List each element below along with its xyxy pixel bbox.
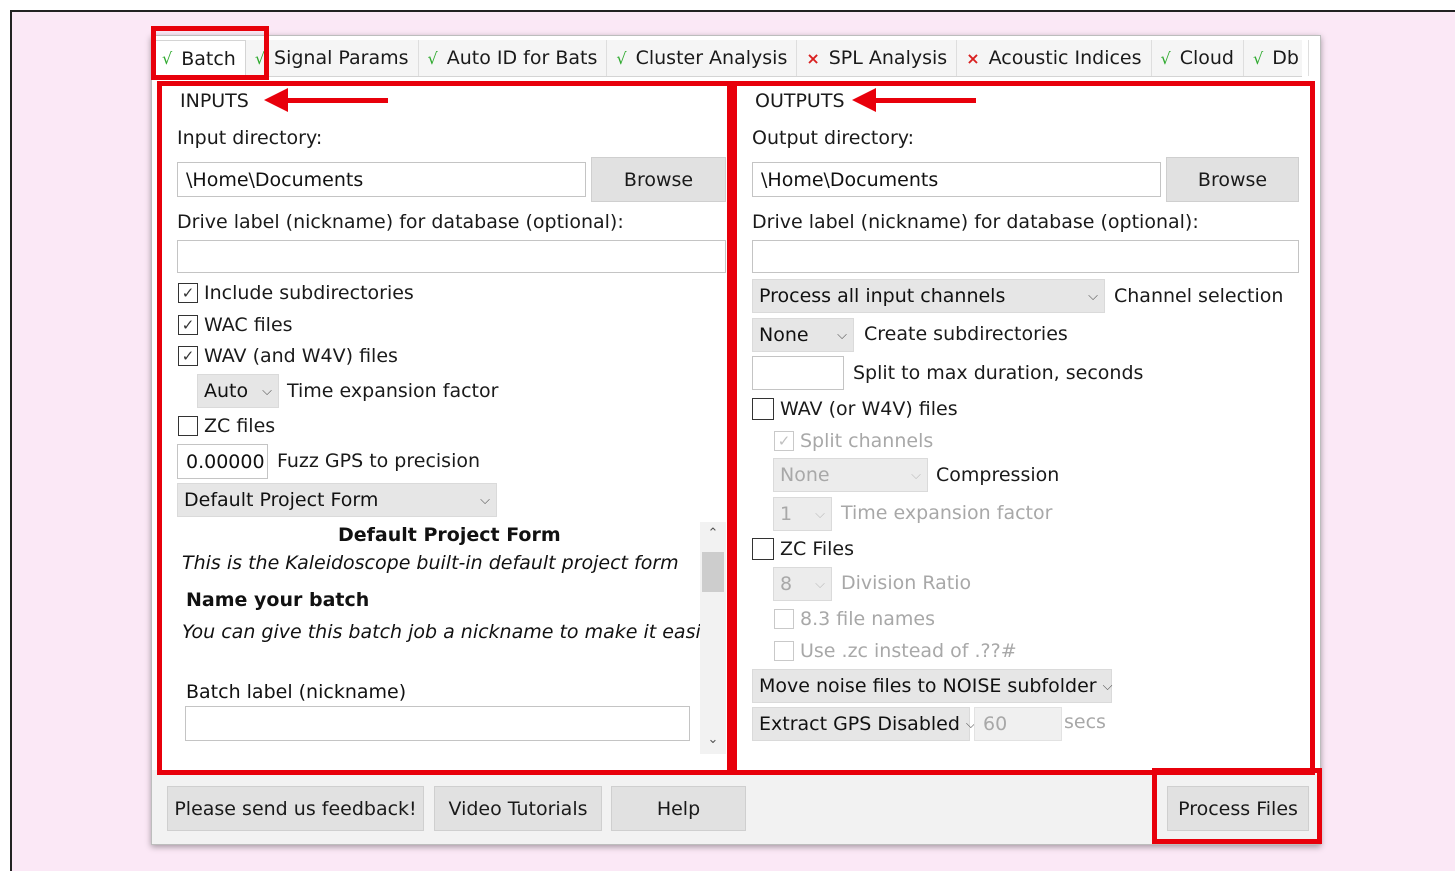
- tab-auto-id-for-bats[interactable]: √ Auto ID for Bats: [419, 40, 608, 76]
- tab-label: Cloud: [1179, 47, 1234, 69]
- tab-label: Signal Params: [274, 47, 409, 69]
- feedback-button[interactable]: Please send us feedback!: [167, 786, 424, 831]
- tab-label: Db: [1272, 47, 1299, 69]
- video-tutorials-button[interactable]: Video Tutorials: [434, 786, 602, 831]
- inputs-highlight: [157, 81, 732, 775]
- outputs-arrow-head: [852, 88, 876, 112]
- tab-spl-analysis[interactable]: × SPL Analysis: [797, 40, 958, 76]
- batch-tab-highlight: [151, 26, 269, 80]
- tab-db[interactable]: √ Db: [1244, 40, 1309, 76]
- tab-label: Auto ID for Bats: [446, 47, 598, 69]
- tab-label: SPL Analysis: [828, 47, 948, 69]
- outputs-highlight: [732, 81, 1315, 775]
- tab-label: Cluster Analysis: [635, 47, 788, 69]
- check-icon: √: [616, 48, 627, 68]
- tab-label: Acoustic Indices: [988, 47, 1142, 69]
- tab-bar: √ Batch √ Signal Params √ Auto ID for Bats √ Cl…: [152, 40, 1309, 77]
- tab-cluster-analysis[interactable]: √ Cluster Analysis: [607, 40, 798, 76]
- check-icon: √: [1160, 48, 1171, 68]
- tab-signal-params[interactable]: √ Signal Params: [246, 40, 419, 76]
- inputs-arrow-head: [264, 88, 288, 112]
- check-icon: √: [427, 48, 438, 68]
- tab-cloud[interactable]: √ Cloud: [1152, 40, 1244, 76]
- outputs-arrow-line: [874, 98, 976, 103]
- process-files-highlight: [1152, 768, 1322, 844]
- error-x-icon: ×: [966, 48, 980, 68]
- check-icon: √: [1253, 48, 1264, 68]
- tab-acoustic-indices[interactable]: × Acoustic Indices: [957, 40, 1152, 76]
- error-x-icon: ×: [806, 48, 820, 68]
- help-button[interactable]: Help: [611, 786, 746, 831]
- inputs-arrow-line: [286, 98, 388, 103]
